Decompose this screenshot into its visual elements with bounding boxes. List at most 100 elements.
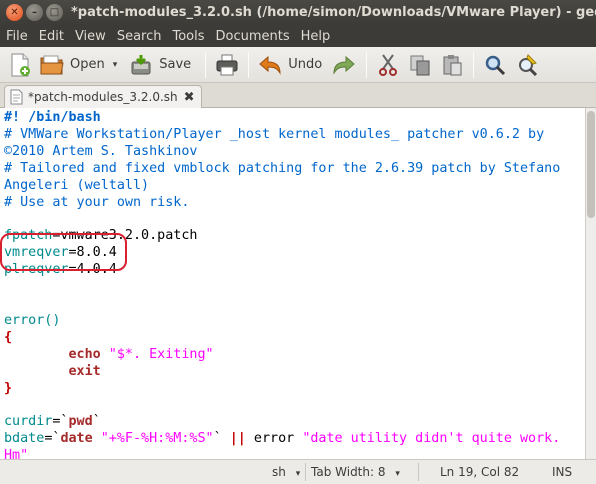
copy-icon: [408, 53, 432, 77]
code-token: =`: [52, 414, 69, 430]
open-button[interactable]: Open ▾: [36, 50, 121, 80]
tab-patch-modules[interactable]: *patch-modules_3.2.0.sh ✖: [4, 85, 202, 108]
code-token: ©2010 Artem S. Tashkinov: [4, 143, 198, 159]
code-line[interactable]: curdir=`pwd`: [4, 414, 568, 431]
code-token: `: [92, 414, 101, 430]
code-line[interactable]: }: [4, 381, 568, 398]
undo-label: Undo: [288, 57, 323, 72]
code-line[interactable]: echo "$*. Exiting": [4, 347, 568, 364]
chevron-down-icon: ▾: [295, 469, 301, 479]
document-tabs: *patch-modules_3.2.0.sh ✖: [0, 83, 596, 108]
menu-edit[interactable]: Edit: [34, 29, 69, 44]
status-separator: [418, 463, 419, 481]
code-line[interactable]: [4, 211, 568, 228]
code-view[interactable]: #! /bin/bash # VMWare Workstation/Player …: [4, 110, 568, 459]
menu-view[interactable]: View: [70, 29, 111, 44]
window-controls: ✕ – □: [6, 4, 63, 21]
paste-button[interactable]: [436, 50, 468, 80]
code-line[interactable]: [4, 279, 568, 296]
language-selector[interactable]: sh ▾: [272, 465, 300, 479]
cut-icon: [376, 53, 400, 77]
maximize-window-button[interactable]: □: [46, 4, 63, 21]
status-bar: sh ▾ Tab Width: 8 ▾ Ln 19, Col 82 INS: [0, 459, 596, 484]
text-editor[interactable]: #! /bin/bash # VMWare Workstation/Player …: [0, 108, 585, 459]
menu-help[interactable]: Help: [296, 29, 336, 44]
maximize-icon: □: [49, 6, 60, 18]
close-icon: ✕: [10, 6, 19, 18]
status-separator: [305, 463, 306, 481]
save-icon: [129, 53, 153, 77]
save-button[interactable]: Save: [125, 50, 195, 80]
code-token: pwd: [68, 414, 93, 430]
find-button[interactable]: [479, 50, 511, 80]
code-token: error: [245, 431, 303, 447]
code-line[interactable]: [4, 296, 568, 313]
paste-icon: [440, 53, 464, 77]
code-line[interactable]: bdate=`date "+%F-%H:%M:%S"` || error "da…: [4, 431, 568, 448]
toolbar-separator: [366, 51, 368, 78]
menu-bar: File Edit View Search Tools Documents He…: [0, 25, 596, 47]
minimize-window-button[interactable]: –: [26, 4, 43, 21]
code-token: exit: [68, 363, 101, 379]
chevron-down-icon: ▾: [395, 469, 400, 479]
toolbar-separator: [248, 51, 250, 78]
code-line[interactable]: Angeleri (weltall): [4, 178, 568, 195]
close-window-button[interactable]: ✕: [6, 4, 23, 21]
code-token: echo: [68, 346, 101, 362]
code-line[interactable]: [4, 397, 568, 414]
code-token: "$*. Exiting": [100, 346, 214, 362]
menu-documents[interactable]: Documents: [211, 29, 295, 44]
tab-width-label: Tab Width: 8: [311, 465, 386, 479]
new-button[interactable]: [4, 50, 36, 80]
open-recent-dropdown-icon[interactable]: ▾: [113, 60, 118, 70]
undo-button[interactable]: Undo: [254, 50, 326, 80]
code-token: curdir: [4, 414, 53, 430]
tab-width-selector[interactable]: Tab Width: 8 ▾: [311, 465, 400, 479]
open-label: Open: [70, 57, 105, 72]
code-token: error(): [4, 312, 61, 328]
code-token: Hm": [4, 448, 29, 459]
code-token: # Use at your own risk.: [4, 194, 190, 210]
redo-button[interactable]: [328, 50, 360, 80]
scrollbar-thumb[interactable]: [587, 111, 595, 218]
undo-icon: [258, 53, 282, 77]
code-line[interactable]: # Use at your own risk.: [4, 195, 568, 212]
menu-tools[interactable]: Tools: [167, 29, 209, 44]
window-title: *patch-modules_3.2.0.sh (/home/simon/Dow…: [71, 5, 596, 20]
code-line[interactable]: # VMWare Workstation/Player _host kernel…: [4, 127, 568, 144]
code-line[interactable]: ©2010 Artem S. Tashkinov: [4, 144, 568, 161]
code-token: "+%F-%H:%M:%S": [92, 431, 214, 447]
code-token: date: [60, 431, 93, 447]
code-line[interactable]: exit: [4, 364, 568, 381]
code-line[interactable]: # Tailored and fixed vmblock patching fo…: [4, 161, 568, 178]
title-bar: ✕ – □ *patch-modules_3.2.0.sh (/home/sim…: [0, 0, 596, 25]
code-token: =`: [44, 431, 61, 447]
insert-mode: INS: [552, 465, 573, 479]
code-token: ||: [229, 431, 246, 447]
code-token: # Tailored and fixed vmblock patching fo…: [4, 160, 561, 176]
print-icon: [215, 53, 239, 77]
menu-search[interactable]: Search: [112, 29, 167, 44]
code-token: `: [213, 431, 230, 447]
print-button[interactable]: [211, 50, 243, 80]
toolbar-separator: [473, 51, 475, 78]
code-token: "date utility didn't quite work.: [302, 431, 561, 447]
find-icon: [483, 53, 507, 77]
code-line[interactable]: #! /bin/bash: [4, 110, 568, 127]
copy-button[interactable]: [404, 50, 436, 80]
vertical-scrollbar[interactable]: [585, 108, 596, 459]
minimize-icon: –: [32, 6, 37, 18]
code-line[interactable]: Hm": [4, 448, 568, 459]
toolbar: Open ▾ Save Undo: [0, 47, 596, 83]
code-line[interactable]: {: [4, 330, 568, 347]
menu-file[interactable]: File: [1, 29, 33, 44]
tab-label: *patch-modules_3.2.0.sh: [28, 90, 178, 104]
cursor-position: Ln 19, Col 82: [440, 465, 520, 479]
close-tab-icon[interactable]: ✖: [184, 90, 195, 105]
new-document-icon: [8, 53, 32, 77]
find-replace-button[interactable]: [511, 50, 543, 80]
code-line[interactable]: error(): [4, 313, 568, 330]
cut-button[interactable]: [372, 50, 404, 80]
